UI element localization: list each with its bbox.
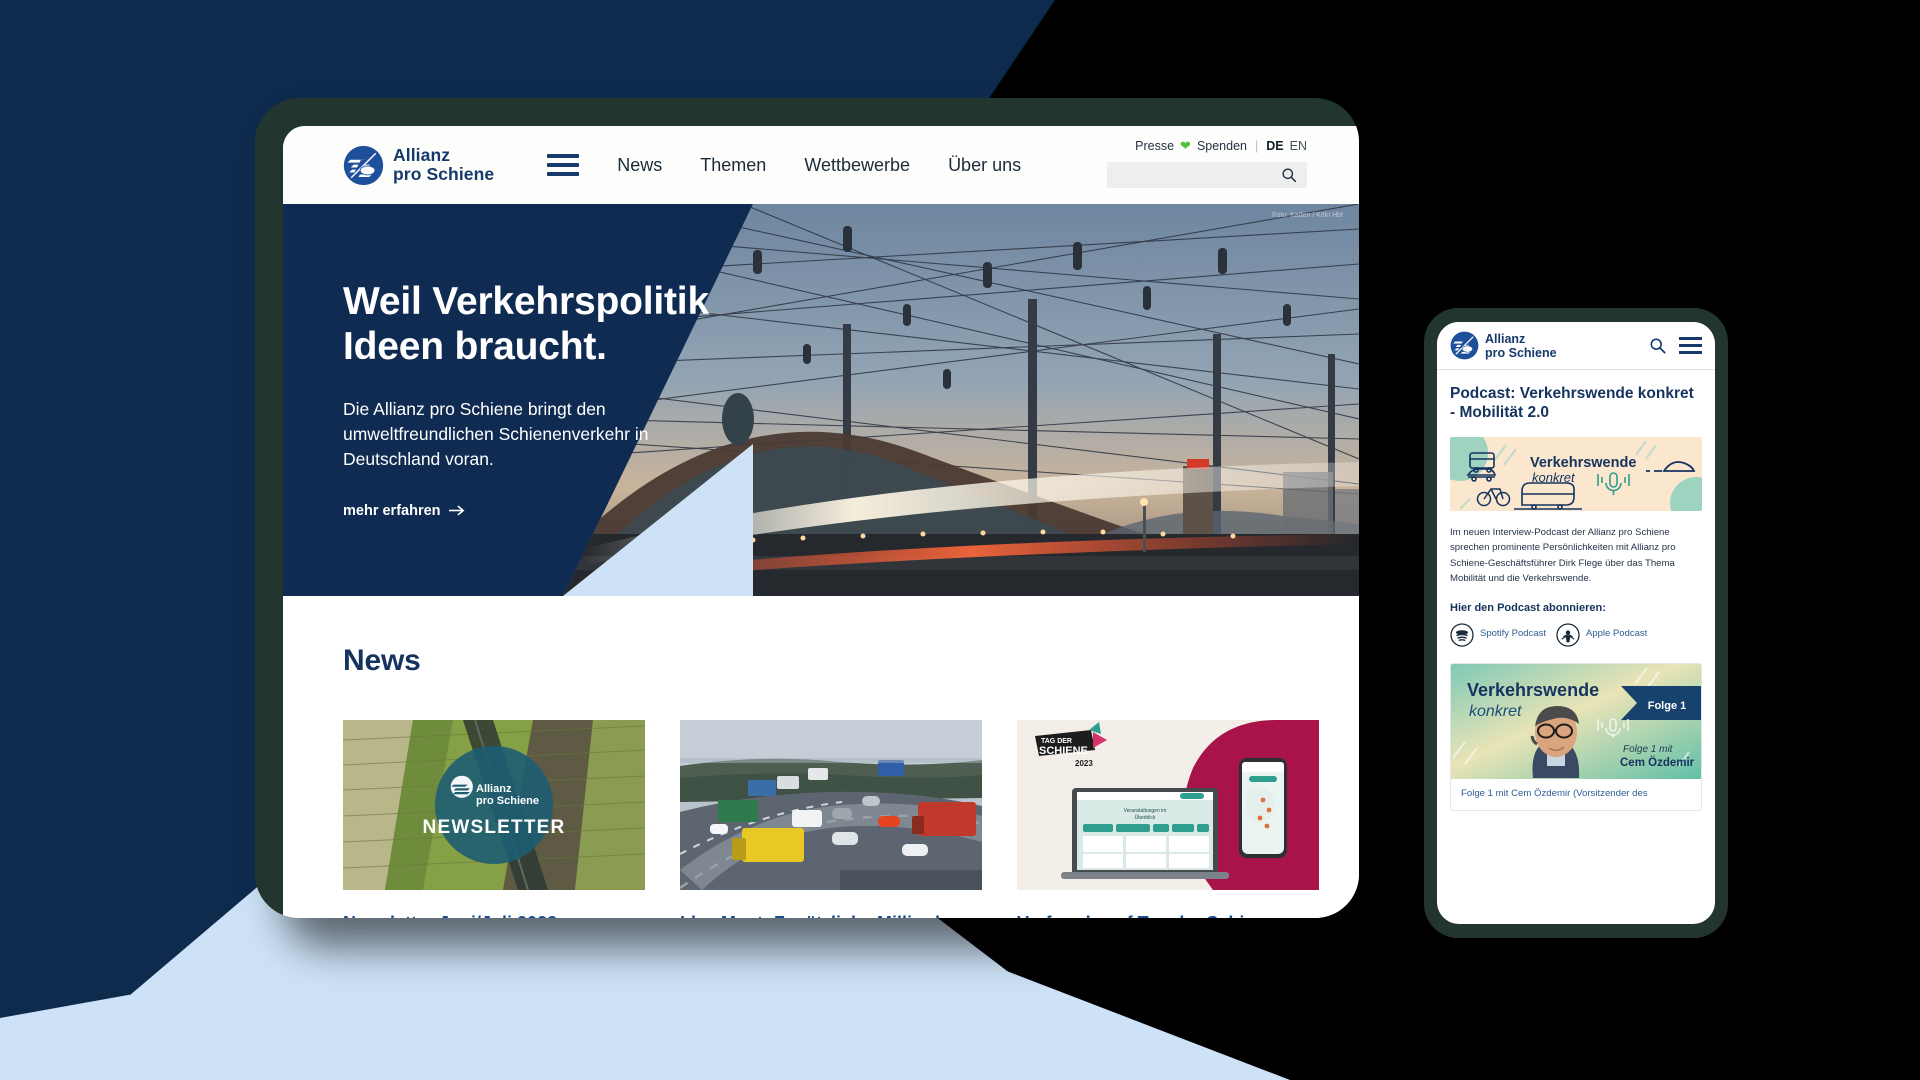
hamburger-bar (547, 154, 580, 158)
hero-title: Weil Verkehrspolitik Ideen braucht. (343, 280, 743, 370)
svg-text:konkret: konkret (1469, 703, 1522, 720)
svg-text:Verkehrswende: Verkehrswende (1530, 455, 1636, 471)
phone-site-header: Allianz pro Schiene (1437, 322, 1715, 370)
hamburger-icon[interactable] (1679, 337, 1702, 354)
search-icon[interactable] (1649, 337, 1666, 354)
svg-text:Folge 1 mit: Folge 1 mit (1623, 744, 1674, 755)
search-bar[interactable] (1107, 162, 1307, 188)
phone-site-logo[interactable]: Allianz pro Schiene (1450, 331, 1557, 360)
heart-icon: ❤ (1180, 138, 1191, 153)
phone-device-mockup: Allianz pro Schiene Podcast: Verkehrswen… (1424, 308, 1728, 938)
svg-text:Verkehrswende: Verkehrswende (1467, 680, 1599, 700)
nav-item-news[interactable]: News (617, 155, 662, 176)
main-navigation: News Themen Wettbewerbe Über uns (617, 155, 1021, 176)
hero-title-line-2: Ideen braucht. (343, 324, 607, 368)
svg-text:SCHIENE: SCHIENE (1039, 745, 1088, 757)
nav-item-wettbewerbe[interactable]: Wettbewerbe (804, 155, 910, 176)
utility-link-spenden[interactable]: Spenden (1197, 139, 1247, 153)
nav-item-themen[interactable]: Themen (700, 155, 766, 176)
spotify-icon (1450, 623, 1474, 647)
news-card-list: Allianz pro Schiene NEWSLETTER Newslette… (343, 720, 1319, 918)
spotify-podcast-link[interactable]: Spotify Podcast (1450, 623, 1546, 647)
svg-text:TAG DER: TAG DER (1041, 738, 1072, 745)
logo-line-2: pro Schiene (393, 164, 495, 184)
phone-header-icons (1649, 337, 1702, 354)
autobahn-trucks-image (680, 720, 982, 890)
news-section: News Allianz pro Schiene NEWSLETTER TAG … (283, 596, 1359, 918)
spotify-podcast-label: Spotify Podcast (1480, 628, 1547, 640)
verkehrswende-konkret-banner-image: Verkehrswende konkret (1450, 436, 1702, 511)
hamburger-icon[interactable] (547, 154, 580, 176)
news-card-title[interactable]: Lkw-Maut: Zusätzliche Milliarden für die… (680, 912, 982, 918)
phone-article-title: Podcast: Verkehrswende konkret - Mobilit… (1450, 385, 1694, 422)
hero-cta-label: mehr erfahren (343, 502, 441, 519)
subscribe-links: Spotify Podcast Apple Podcast (1450, 623, 1702, 647)
site-header: Allianz pro Schiene News Themen Wettbewe… (283, 126, 1359, 204)
hero-cta-link[interactable]: mehr erfahren (343, 503, 743, 519)
svg-text:NEWSLETTER: NEWSLETTER (423, 817, 566, 838)
site-logo[interactable]: Allianz pro Schiene (343, 145, 494, 186)
search-icon[interactable] (1281, 167, 1297, 183)
utility-divider: | (1255, 139, 1259, 153)
search-input[interactable] (1107, 162, 1307, 188)
svg-text:Allianz: Allianz (476, 783, 512, 795)
apple-podcast-label: Apple Podcast (1586, 628, 1648, 640)
phone-article-paragraph: Im neuen Interview-Podcast der Allianz p… (1450, 526, 1676, 585)
hamburger-bar (547, 172, 580, 176)
svg-text:Folge 1: Folge 1 (1648, 700, 1687, 712)
phone-article: Podcast: Verkehrswende konkret - Mobilit… (1437, 370, 1715, 811)
phone-screen: Allianz pro Schiene Podcast: Verkehrswen… (1437, 322, 1715, 924)
hero-title-line-1: Weil Verkehrspolitik (343, 280, 709, 323)
svg-text:Überblick: Überblick (1135, 814, 1156, 821)
hero-banner: Foto: Kaden / Köln Hbf Weil Verkehrspoli… (283, 204, 1359, 596)
site-logo-text: Allianz pro Schiene (393, 144, 495, 185)
arrow-right-icon (448, 505, 465, 516)
news-card[interactable]: Lkw-Maut: Zusätzliche Milliarden für die… (680, 720, 982, 918)
utility-nav: Presse ❤ Spenden | DE EN (1107, 138, 1307, 154)
header-right-cluster: Presse ❤ Spenden | DE EN (1107, 138, 1307, 188)
hero-text-block: Weil Verkehrspolitik Ideen braucht. Die … (343, 280, 743, 519)
episode-caption: Folge 1 mit Cem Özdemir (Vorsitzender de… (1461, 787, 1648, 799)
episode-cover-image: Verkehrswende konkret Folge 1 Folge 1 mi… (1451, 663, 1701, 779)
hamburger-bar (1679, 344, 1702, 347)
tablet-device-mockup: Allianz pro Schiene News Themen Wettbewe… (255, 98, 1359, 918)
news-card-title[interactable]: Newsletter Juni/Juli 2023 (343, 912, 645, 918)
news-card-title[interactable]: Vorfreude auf Tag der Schiene steigt (1017, 912, 1319, 918)
phone-logo-line-2: pro Schiene (1485, 345, 1557, 360)
apple-podcast-link[interactable]: Apple Podcast (1556, 623, 1647, 647)
episode-card[interactable]: Verkehrswende konkret Folge 1 Folge 1 mi… (1450, 662, 1702, 811)
hamburger-bar (1679, 337, 1702, 340)
allianz-pro-schiene-logo-icon (343, 145, 384, 186)
nav-item-ueber-uns[interactable]: Über uns (948, 155, 1021, 176)
language-en[interactable]: EN (1290, 139, 1307, 153)
news-card[interactable]: Allianz pro Schiene NEWSLETTER Newslette… (343, 720, 645, 918)
svg-text:2023: 2023 (1075, 759, 1093, 768)
allianz-pro-schiene-logo-icon (1450, 331, 1479, 360)
phone-logo-line-1: Allianz (1485, 331, 1526, 346)
news-card[interactable]: TAG DER SCHIENE 2023 Veranstaltungen im … (1017, 720, 1319, 918)
newsletter-aerial-field-image: Allianz pro Schiene NEWSLETTER (343, 720, 645, 890)
svg-text:pro Schiene: pro Schiene (476, 795, 539, 807)
hamburger-bar (1679, 351, 1702, 354)
news-heading: News (343, 644, 421, 677)
subscribe-heading: Hier den Podcast abonnieren: (1450, 601, 1606, 614)
photo-credit: Foto: Kaden / Köln Hbf (1272, 212, 1343, 219)
logo-line-1: Allianz (393, 144, 451, 165)
hamburger-bar (547, 163, 580, 167)
svg-text:Veranstaltungen im: Veranstaltungen im (1124, 808, 1167, 814)
language-de[interactable]: DE (1266, 139, 1283, 153)
phone-logo-text: Allianz pro Schiene (1485, 332, 1557, 360)
apple-podcast-icon (1556, 623, 1580, 647)
svg-text:Cem Özdemir: Cem Özdemir (1620, 756, 1695, 769)
utility-link-presse[interactable]: Presse (1135, 139, 1174, 153)
tag-der-schiene-devices-image: TAG DER SCHIENE 2023 Veranstaltungen im … (1017, 720, 1319, 890)
hero-subtitle: Die Allianz pro Schiene bringt den umwel… (343, 398, 649, 470)
tablet-screen: Allianz pro Schiene News Themen Wettbewe… (283, 126, 1359, 918)
